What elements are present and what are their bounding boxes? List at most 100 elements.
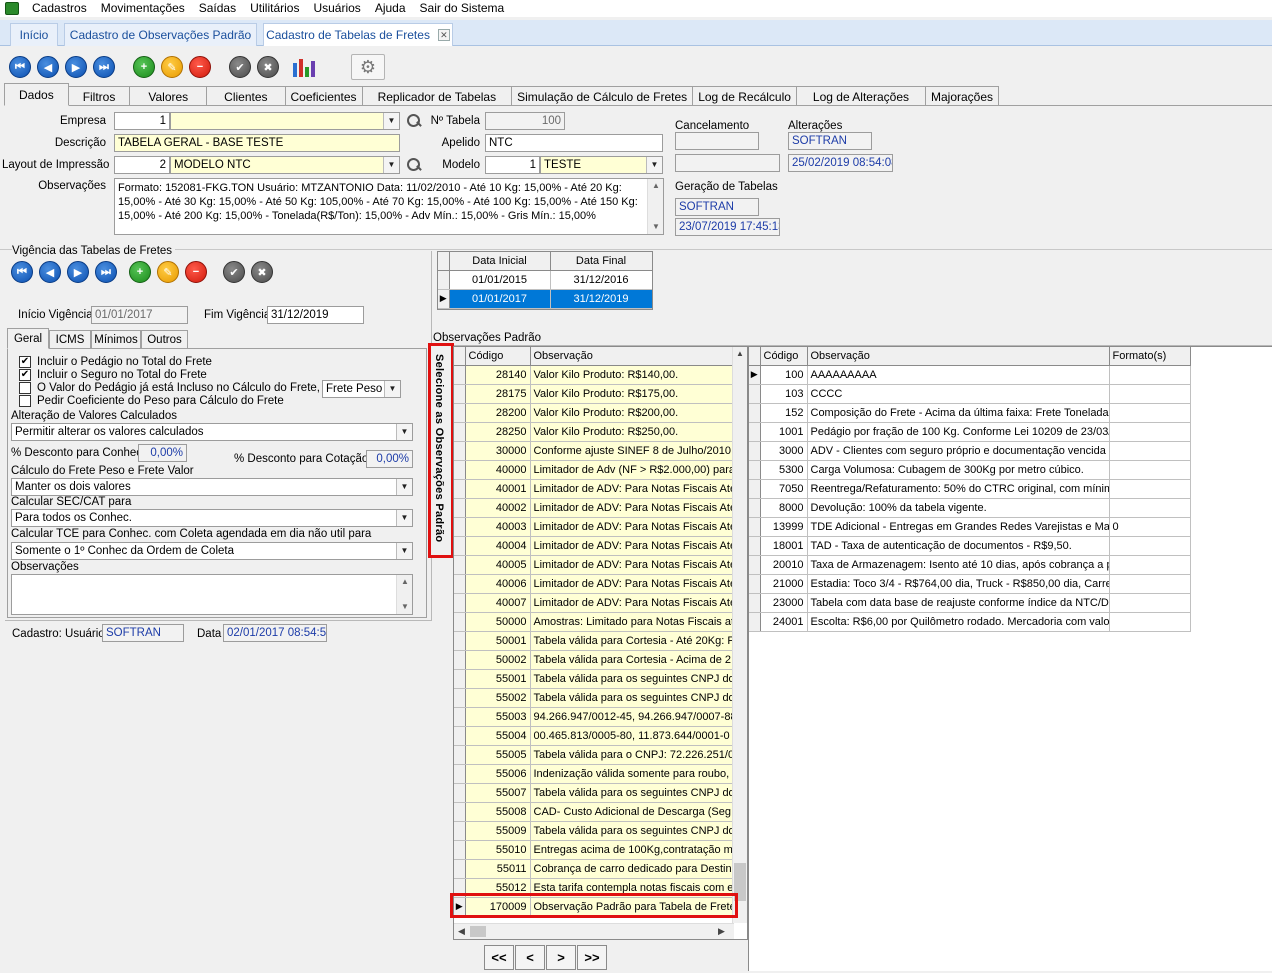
table-row[interactable]: 28200 Valor Kilo Produto: R$200,00. [454, 403, 735, 423]
menu-cadastros[interactable]: Cadastros [25, 1, 94, 16]
table-row[interactable]: 40002 Limitador de ADV: Para Notas Fiscai… [454, 498, 735, 518]
doc-tab-inicio[interactable]: Início [10, 23, 58, 46]
chevron-down-icon[interactable]: ▼ [396, 543, 412, 559]
tab-valores[interactable]: Valores [129, 86, 208, 106]
confirm-icon[interactable]: ✔ [223, 261, 245, 283]
layout-select[interactable]: MODELO NTC ▼ [170, 156, 400, 174]
table-row[interactable]: 40001 Limitador de ADV: Para Notas Fiscai… [454, 479, 735, 499]
obs-selected-grid[interactable]: Código Observação Formato(s) ▶ 100 AAAAAAAAA… [748, 346, 1272, 971]
table-row[interactable]: 8000 Devolução: 100% da tabela vigente. [749, 498, 1191, 518]
checkbox-icon[interactable] [19, 395, 31, 407]
confirm-icon[interactable]: ✔ [229, 56, 251, 78]
chevron-down-icon[interactable]: ▼ [396, 479, 412, 495]
doc-tab-observacoes[interactable]: Cadastro de Observações Padrão [64, 23, 257, 46]
inicio-vigencia-field[interactable]: 01/01/2017 [91, 306, 188, 324]
descricao-field[interactable]: TABELA GERAL - BASE TESTE [114, 134, 400, 152]
tab-simulacao[interactable]: Simulação de Cálculo de Fretes [511, 86, 694, 106]
frete-peso-select[interactable]: Frete Peso ▼ [322, 380, 401, 398]
observacoes-memo[interactable]: Formato: 152081-FKG.TON Usuário: MTZANTO… [114, 178, 664, 235]
chevron-down-icon[interactable]: ▼ [396, 424, 412, 440]
delete-icon[interactable]: − [185, 261, 207, 283]
scroll-left-icon[interactable]: ◀ [458, 926, 465, 937]
menu-saidas[interactable]: Saídas [192, 1, 243, 16]
doc-tab-tabelas-fretes[interactable]: Cadastro de Tabelas de Fretes ✕ [263, 23, 453, 46]
chart-icon[interactable] [293, 57, 315, 77]
table-row[interactable]: 55008 CAD- Custo Adicional de Descarga (S… [454, 802, 735, 822]
chk-incluir-seguro[interactable]: ✔ Incluir o Seguro no Total do Frete [19, 369, 207, 381]
first-record-icon[interactable]: ⏮ [9, 56, 31, 78]
chk-incluir-pedagio[interactable]: ✔ Incluir o Pedágio no Total do Frete [19, 356, 212, 368]
add-icon[interactable]: + [133, 56, 155, 78]
chk-pedagio-incluso[interactable]: O Valor do Pedágio já está Incluso no Cá… [19, 382, 339, 394]
col-codigo[interactable]: Código [465, 347, 531, 366]
move-right-button[interactable]: > [546, 945, 576, 970]
chevron-down-icon[interactable]: ▼ [646, 157, 662, 173]
col-observacao[interactable]: Observação [530, 347, 735, 366]
scroll-down-icon[interactable]: ▼ [648, 220, 663, 234]
next-record-icon[interactable]: ▶ [67, 261, 89, 283]
checkbox-checked-icon[interactable]: ✔ [19, 356, 31, 368]
settings-gear-icon[interactable]: ⚙ [351, 54, 385, 80]
scroll-up-icon[interactable]: ▲ [648, 179, 663, 193]
tce-select[interactable]: Somente o 1º Conhec da Ordem de Coleta ▼ [11, 542, 413, 560]
modelo-select[interactable]: TESTE ▼ [540, 156, 663, 174]
table-row[interactable]: 55006 Indenização válida somente para rou… [454, 764, 735, 784]
menu-utilitarios[interactable]: Utilitários [243, 1, 306, 16]
table-row[interactable]: 152 Composição do Frete - Acima da última… [749, 403, 1191, 423]
calculo-frete-select[interactable]: Manter os dois valores ▼ [11, 478, 413, 496]
menu-ajuda[interactable]: Ajuda [368, 1, 413, 16]
chevron-down-icon[interactable]: ▼ [384, 381, 400, 397]
col-formatos[interactable]: Formato(s) [1109, 347, 1191, 366]
selecione-observacoes-tab[interactable]: Selecione as Observações Padrão [428, 343, 454, 558]
next-record-icon[interactable]: ▶ [65, 56, 87, 78]
close-tab-icon[interactable]: ✕ [437, 29, 450, 41]
apelido-field[interactable]: NTC [485, 134, 663, 152]
checkbox-icon[interactable] [19, 382, 31, 394]
obs-available-vscroll[interactable]: ▲ [732, 347, 747, 923]
edit-icon[interactable]: ✎ [157, 261, 179, 283]
last-record-icon[interactable]: ⏭ [93, 56, 115, 78]
move-all-right-button[interactable]: >> [577, 945, 607, 970]
tab-majoracoes[interactable]: Majorações [925, 86, 1000, 106]
col-codigo[interactable]: Código [760, 347, 808, 366]
delete-icon[interactable]: − [189, 56, 211, 78]
alteracao-valores-select[interactable]: Permitir alterar os valores calculados ▼ [11, 423, 413, 441]
tab-log-alteracoes[interactable]: Log de Alterações [795, 86, 926, 106]
table-row[interactable]: 28175 Valor Kilo Produto: R$175,00. [454, 384, 735, 404]
table-row[interactable]: 55010 Entregas acima de 100Kg,contratação… [454, 840, 735, 860]
table-row[interactable]: 55001 Tabela válida para os seguintes CNP… [454, 669, 735, 689]
col-observacao[interactable]: Observação [807, 347, 1110, 366]
table-row-selected[interactable]: ▶ 01/01/2017 31/12/2019 [438, 289, 652, 309]
table-row[interactable]: 55003 94.266.947/0012-45, 94.266.947/0007… [454, 707, 735, 727]
col-data-inicial[interactable]: Data Inicial [449, 252, 551, 271]
table-row[interactable]: 7050 Reentrega/Refaturamento: 50% do CTRC… [749, 479, 1191, 499]
sec-cat-select[interactable]: Para todos os Conhec. ▼ [11, 509, 413, 527]
chevron-down-icon[interactable]: ▼ [383, 157, 399, 173]
chk-pedir-coeficiente[interactable]: Pedir Coeficiente do Peso para Cálculo d… [19, 395, 284, 407]
vigencia-grid[interactable]: Data Inicial Data Final 01/01/2015 31/12/2… [437, 251, 653, 310]
tab-dados[interactable]: Dados [4, 83, 69, 106]
col-data-final[interactable]: Data Final [550, 252, 652, 271]
subtab-geral[interactable]: Geral [7, 328, 49, 349]
menu-movimentacoes[interactable]: Movimentações [94, 1, 192, 16]
move-all-left-button[interactable]: << [484, 945, 514, 970]
table-row[interactable]: 20010 Taxa de Armazenagem: Isento até 10 … [749, 555, 1191, 575]
table-row[interactable]: 28140 Valor Kilo Produto: R$140,00. [454, 365, 735, 385]
scroll-right-icon[interactable]: ▶ [718, 926, 725, 937]
modelo-code-field[interactable]: 1 [485, 156, 540, 174]
table-row[interactable]: 23000 Tabela com data base de reajuste co… [749, 593, 1191, 613]
table-row[interactable]: 55005 Tabela válida para o CNPJ: 72.226.2… [454, 745, 735, 765]
scroll-up-icon[interactable]: ▲ [397, 575, 412, 589]
table-row[interactable]: ▶ 100 AAAAAAAAA [749, 365, 1191, 385]
table-row[interactable]: 40006 Limitador de ADV: Para Notas Fiscai… [454, 574, 735, 594]
table-row[interactable]: 5300 Carga Volumosa: Cubagem de 300Kg por… [749, 460, 1191, 480]
table-row[interactable]: 40004 Limitador de ADV: Para Notas Fiscai… [454, 536, 735, 556]
subtab-icms[interactable]: ICMS [49, 330, 91, 349]
table-row[interactable]: 40003 Limitador de ADV: Para Notas Fiscai… [454, 517, 735, 537]
tab-coeficientes[interactable]: Coeficientes [284, 86, 363, 106]
prev-record-icon[interactable]: ◀ [39, 261, 61, 283]
tab-log-recalculo[interactable]: Log de Recálculo [692, 86, 797, 106]
empresa-select[interactable]: ▼ [170, 112, 400, 130]
scroll-thumb[interactable] [470, 926, 486, 937]
cancel-icon[interactable]: ✖ [251, 261, 273, 283]
